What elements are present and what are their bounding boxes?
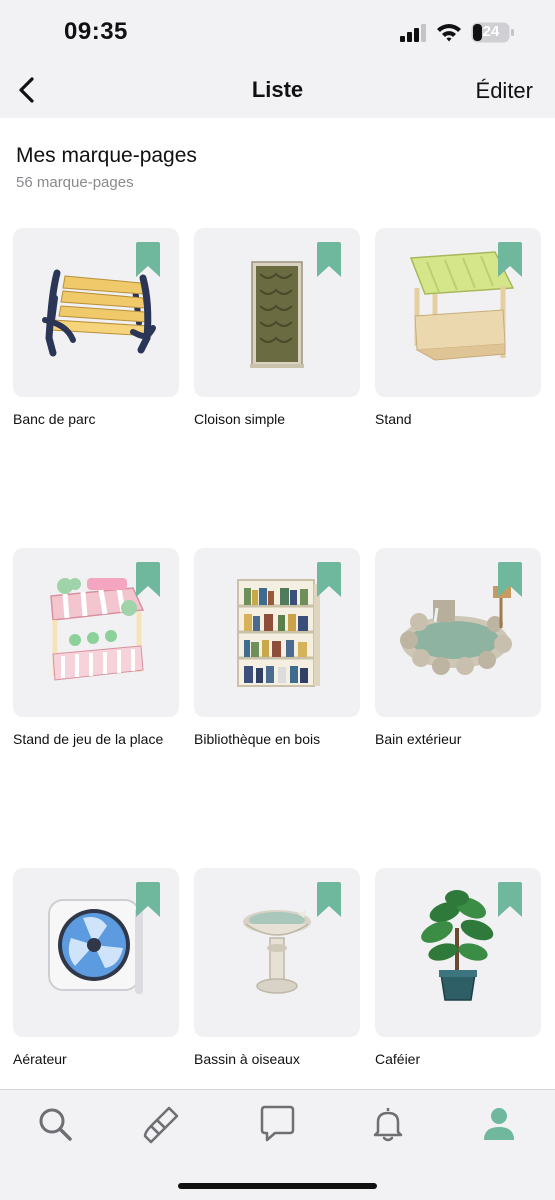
header-area: 09:35 24 Liste Éditer	[0, 0, 555, 118]
paintbrush-icon[interactable]	[141, 1104, 181, 1144]
item-label: Stand de jeu de la place	[13, 731, 164, 747]
bookmark-icon[interactable]	[317, 562, 341, 597]
item-thumbnail[interactable]	[13, 868, 179, 1037]
bookmark-card[interactable]: Stand	[375, 228, 541, 427]
bookmark-icon[interactable]	[317, 242, 341, 277]
edit-button[interactable]: Éditer	[476, 78, 533, 104]
status-time: 09:35	[64, 18, 128, 45]
item-label: Bibliothèque en bois	[194, 731, 321, 747]
navigation-bar: Liste Éditer	[0, 66, 555, 118]
page-title: Liste	[251, 77, 304, 102]
bookmark-icon[interactable]	[498, 882, 522, 917]
item-thumbnail[interactable]	[375, 868, 541, 1037]
bookmark-icon[interactable]	[136, 562, 160, 597]
item-label: Bassin à oiseaux	[194, 1051, 300, 1067]
bookmark-card[interactable]: Caféier	[375, 868, 541, 1067]
section-title: Mes marque-pages	[16, 144, 197, 167]
bookmark-icon[interactable]	[317, 882, 341, 917]
bell-icon[interactable]	[368, 1104, 408, 1144]
bookmark-card[interactable]: Aérateur	[13, 868, 179, 1067]
status-bar: 09:35 24	[0, 0, 555, 66]
bookmark-card[interactable]: Bibliothèque en bois	[194, 548, 360, 747]
item-thumbnail[interactable]	[13, 548, 179, 717]
bookmark-card[interactable]: Bassin à oiseaux	[194, 868, 360, 1067]
wifi-icon	[437, 24, 461, 42]
item-thumbnail[interactable]	[194, 228, 360, 397]
profile-icon[interactable]	[479, 1104, 519, 1144]
back-chevron-icon[interactable]	[14, 74, 42, 106]
item-thumbnail[interactable]	[13, 228, 179, 397]
item-label: Stand	[375, 411, 412, 427]
item-thumbnail[interactable]	[375, 228, 541, 397]
item-thumbnail[interactable]	[194, 868, 360, 1037]
item-thumbnail[interactable]	[375, 548, 541, 717]
bookmark-icon[interactable]	[136, 882, 160, 917]
cellular-signal-icon	[400, 24, 426, 42]
bookmark-count: 56 marque-pages	[16, 174, 134, 191]
item-label: Caféier	[375, 1051, 421, 1067]
home-indicator	[178, 1183, 377, 1189]
search-icon[interactable]	[35, 1104, 75, 1144]
item-label: Cloison simple	[194, 411, 286, 427]
item-label: Banc de parc	[13, 411, 96, 427]
bookmark-icon[interactable]	[498, 562, 522, 597]
battery-indicator: 24	[471, 22, 515, 43]
item-thumbnail[interactable]	[194, 548, 360, 717]
bookmark-icon[interactable]	[136, 242, 160, 277]
bookmark-grid: Banc de parc Cloison simple Stand Stand …	[13, 228, 543, 1067]
item-label: Aérateur	[13, 1051, 67, 1067]
bookmark-card[interactable]: Bain extérieur	[375, 548, 541, 747]
item-label: Bain extérieur	[375, 731, 462, 747]
chat-icon[interactable]	[257, 1104, 297, 1144]
bookmark-card[interactable]: Banc de parc	[13, 228, 179, 427]
bookmark-card[interactable]: Stand de jeu de la place	[13, 548, 179, 747]
battery-level: 24	[482, 23, 500, 40]
bookmark-icon[interactable]	[498, 242, 522, 277]
bookmark-card[interactable]: Cloison simple	[194, 228, 360, 427]
